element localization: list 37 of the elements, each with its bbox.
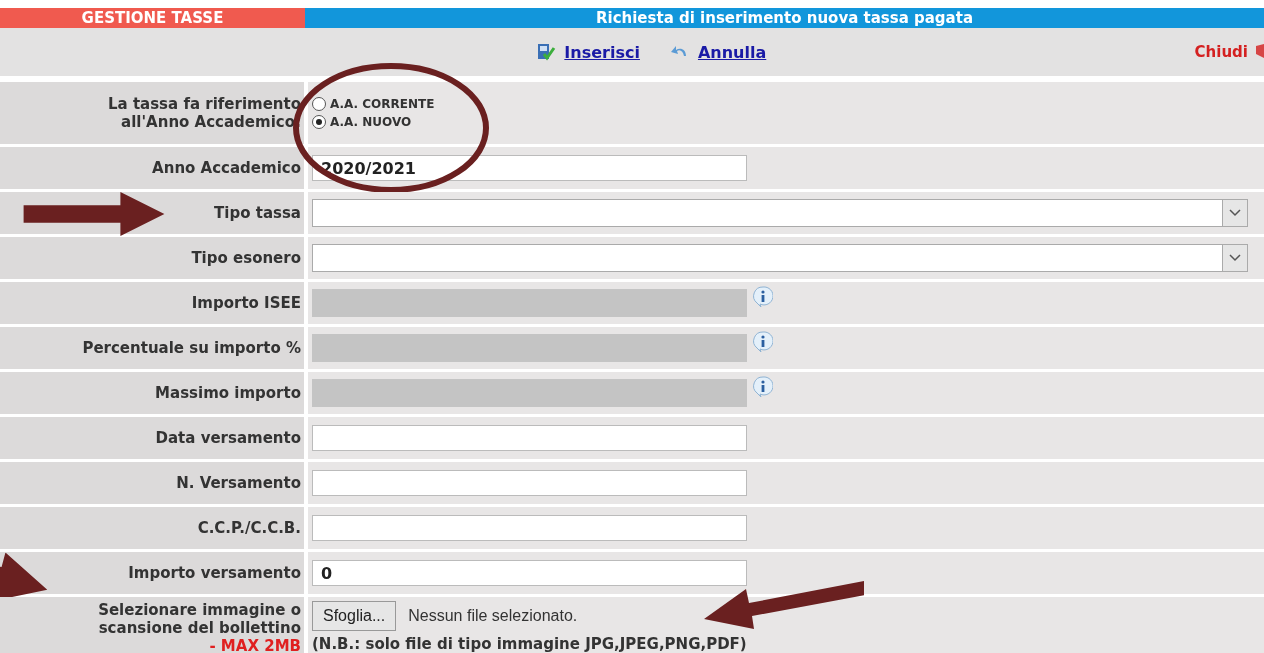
text-field[interactable] bbox=[312, 425, 747, 451]
save-check-icon[interactable] bbox=[536, 42, 557, 62]
radio-label: A.A. CORRENTE bbox=[330, 97, 435, 111]
page-title: Richiesta di inserimento nuova tassa pagata bbox=[305, 8, 1264, 28]
field-label: Percentuale su importo % bbox=[82, 339, 301, 357]
chevron-down-icon bbox=[1229, 209, 1241, 217]
field-label: N. Versamento bbox=[176, 474, 301, 492]
text-field[interactable] bbox=[312, 470, 747, 496]
text-field[interactable]: 2020/2021 bbox=[312, 155, 747, 181]
radio-label: A.A. NUOVO bbox=[330, 115, 412, 129]
info-icon[interactable] bbox=[753, 331, 773, 353]
field-label: Anno Accademico bbox=[152, 159, 301, 177]
field-label: Data versamento bbox=[155, 429, 301, 447]
close-link[interactable]: Chiudi bbox=[1194, 43, 1248, 61]
field-label: C.C.P./C.C.B. bbox=[197, 519, 301, 537]
field-label: Importo versamento bbox=[128, 564, 301, 582]
browse-button[interactable]: Sfoglia... bbox=[312, 601, 397, 631]
field-label: Tipo tassa bbox=[214, 204, 301, 222]
field-label: Importo ISEE bbox=[191, 294, 301, 312]
text-field[interactable] bbox=[312, 515, 747, 541]
dropdown-field[interactable] bbox=[312, 244, 1248, 272]
radio-button[interactable] bbox=[312, 97, 326, 111]
field-label: Selezionare immagine o scansione del bollettino bbox=[97, 601, 301, 637]
chevron-down-icon bbox=[1229, 254, 1241, 262]
text-field[interactable]: 0 bbox=[312, 560, 747, 586]
toolbar-link[interactable]: Annulla bbox=[697, 42, 767, 62]
dropdown-field[interactable] bbox=[312, 199, 1248, 227]
info-icon[interactable] bbox=[753, 286, 773, 308]
file-status: Nessun file selezionato. bbox=[408, 607, 578, 625]
info-icon[interactable] bbox=[753, 376, 773, 398]
radio-button[interactable] bbox=[312, 115, 326, 129]
field-label: Tipo esonero bbox=[191, 249, 301, 267]
field-label: Massimo importo bbox=[155, 384, 301, 402]
size-limit: - MAX 2MB bbox=[209, 637, 301, 653]
file-note: (N.B.: solo file di tipo immagine JPG,JPEG,PNG,PDF) bbox=[312, 635, 747, 653]
toolbar-link[interactable]: Inserisci bbox=[564, 42, 640, 62]
section-title: GESTIONE TASSE bbox=[0, 8, 305, 28]
